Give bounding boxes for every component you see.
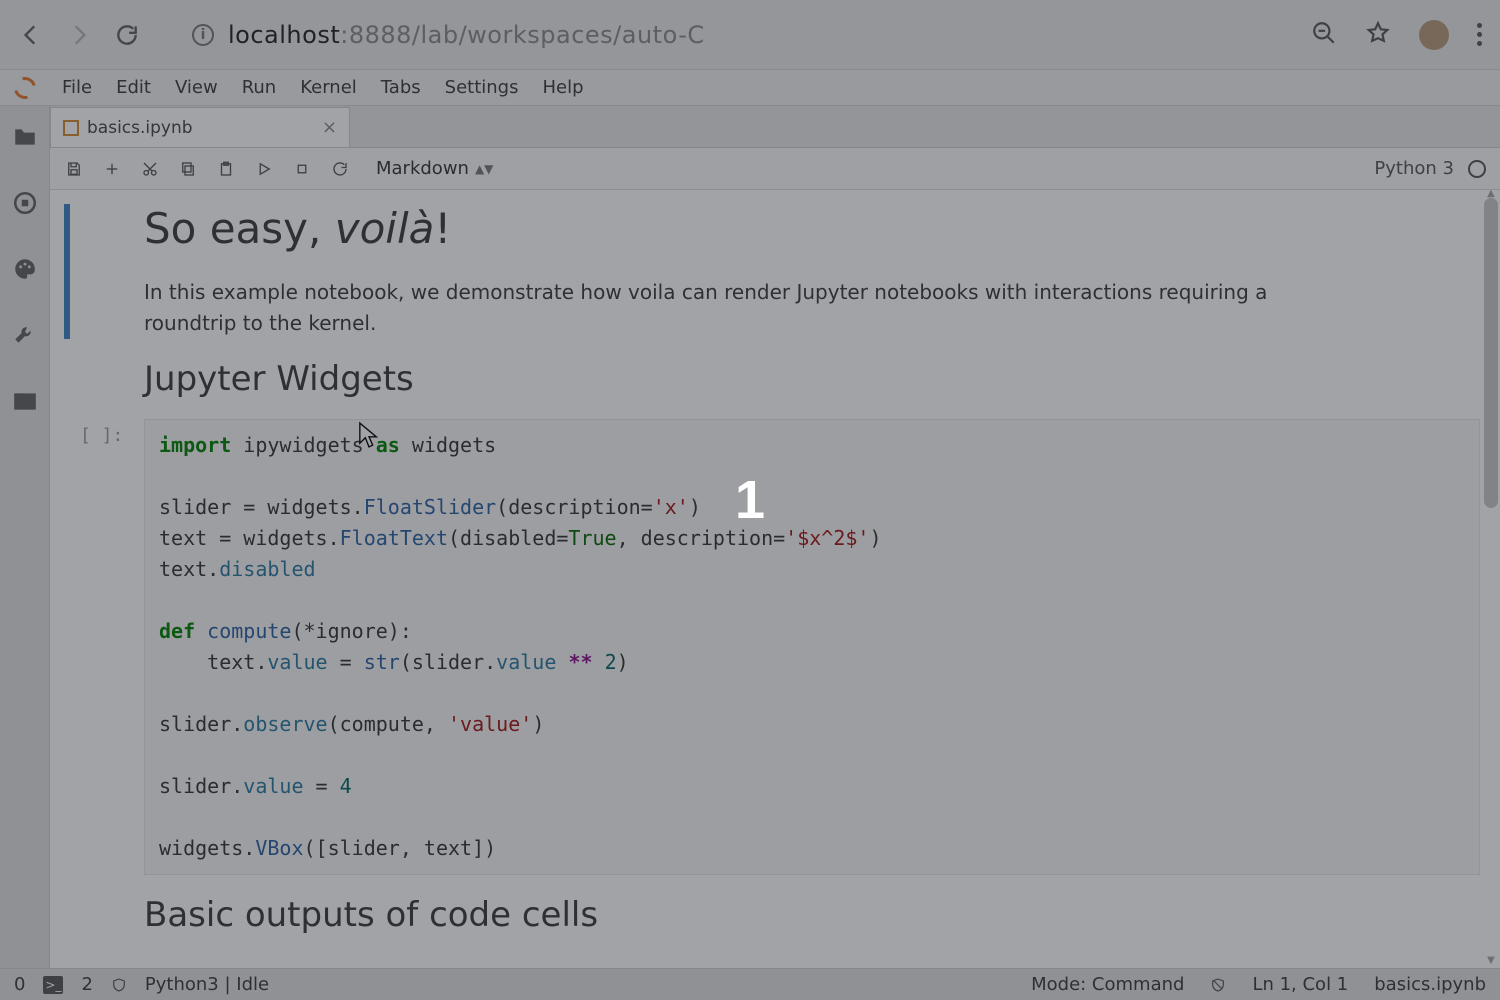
intro-paragraph: In this example notebook, we demonstrate… [144, 277, 1324, 339]
code-cell-widgets[interactable]: [ ]: import ipywidgets as widgets slider… [60, 419, 1480, 875]
restart-kernel-icon[interactable] [330, 159, 350, 179]
address-bar[interactable]: localhost:8888/lab/workspaces/auto-C [228, 21, 705, 49]
tab-close-icon[interactable]: × [322, 117, 337, 138]
tabs-panel-icon[interactable] [12, 388, 38, 414]
status-cursor: Ln 1, Col 1 [1252, 974, 1348, 995]
run-icon[interactable] [254, 159, 274, 179]
file-browser-icon[interactable] [12, 124, 38, 150]
status-bar: 0 >_ 2 Python3 | Idle Mode: Command Ln 1… [0, 968, 1500, 1000]
notebook-toolbar: Markdown ▲▼ Python 3 [50, 148, 1500, 190]
markdown-cell-widgets-heading[interactable]: Jupyter Widgets [60, 359, 1480, 399]
save-icon[interactable] [64, 159, 84, 179]
tab-title: basics.ipynb [87, 118, 193, 138]
paste-icon[interactable] [216, 159, 236, 179]
prompt-label: [ ]: [80, 425, 123, 446]
status-mode: Mode: Command [1031, 974, 1184, 995]
dropdown-caret-icon: ▲▼ [475, 162, 493, 176]
profile-avatar[interactable] [1419, 20, 1449, 50]
browser-toolbar: i localhost:8888/lab/workspaces/auto-C [0, 0, 1500, 70]
tab-basics-ipynb[interactable]: basics.ipynb × [50, 107, 350, 147]
notebook-icon [63, 120, 79, 136]
palette-icon[interactable] [12, 256, 38, 282]
trusted-notebook-icon[interactable] [1210, 976, 1226, 994]
status-file: basics.ipynb [1374, 974, 1486, 995]
reload-button[interactable] [114, 22, 140, 48]
url-host: localhost [228, 21, 340, 49]
page-title: So easy, voilà! [144, 204, 1480, 253]
notebook-panel[interactable]: ▲ So easy, voilà! In this example notebo… [50, 190, 1500, 968]
trusted-icon[interactable] [111, 976, 127, 994]
interrupt-icon[interactable] [292, 159, 312, 179]
markdown-cell-intro[interactable]: So easy, voilà! In this example notebook… [60, 204, 1480, 339]
menu-edit[interactable]: Edit [104, 71, 163, 104]
running-sessions-icon[interactable] [12, 190, 38, 216]
section-heading-outputs: Basic outputs of code cells [144, 895, 1480, 935]
browser-menu-icon[interactable] [1477, 23, 1482, 46]
url-path: :8888/lab/workspaces/auto-C [340, 21, 704, 49]
section-heading-widgets: Jupyter Widgets [144, 359, 1480, 399]
zoom-out-icon[interactable] [1311, 20, 1337, 50]
menu-file[interactable]: File [50, 71, 104, 104]
lab-menubar: File Edit View Run Kernel Tabs Settings … [0, 70, 1500, 106]
code-editor[interactable]: import ipywidgets as widgets slider = wi… [144, 419, 1480, 875]
work-area: basics.ipynb × Markdown ▲▼ Python 3 ▲ [50, 106, 1500, 968]
bookmark-star-icon[interactable] [1365, 20, 1391, 50]
document-tabbar: basics.ipynb × [50, 106, 1500, 148]
cell-type-dropdown[interactable]: Markdown ▲▼ [376, 158, 493, 179]
cell-type-label: Markdown [376, 158, 469, 179]
copy-icon[interactable] [178, 159, 198, 179]
menu-help[interactable]: Help [530, 71, 595, 104]
terminal-icon[interactable]: >_ [43, 976, 63, 994]
build-tools-icon[interactable] [12, 322, 38, 348]
back-button[interactable] [18, 22, 44, 48]
menu-view[interactable]: View [163, 71, 230, 104]
menu-run[interactable]: Run [230, 71, 289, 104]
scroll-down-icon[interactable]: ▼ [1484, 955, 1498, 966]
forward-button[interactable] [66, 22, 92, 48]
status-kernel[interactable]: Python3 | Idle [145, 974, 269, 995]
left-sidebar [0, 106, 50, 968]
menu-tabs[interactable]: Tabs [369, 71, 433, 104]
markdown-cell-outputs-heading[interactable]: Basic outputs of code cells [60, 895, 1480, 935]
status-tabs-count[interactable]: 0 [14, 974, 25, 995]
menu-settings[interactable]: Settings [433, 71, 531, 104]
menu-kernel[interactable]: Kernel [288, 71, 369, 104]
site-info-icon[interactable]: i [192, 24, 214, 46]
cut-icon[interactable] [140, 159, 160, 179]
add-cell-icon[interactable] [102, 159, 122, 179]
scroll-thumb[interactable] [1484, 198, 1498, 508]
jupyter-logo[interactable] [0, 77, 50, 99]
status-terminals-count[interactable]: 2 [81, 974, 92, 995]
kernel-status-icon[interactable] [1468, 160, 1486, 178]
kernel-name[interactable]: Python 3 [1374, 158, 1454, 179]
